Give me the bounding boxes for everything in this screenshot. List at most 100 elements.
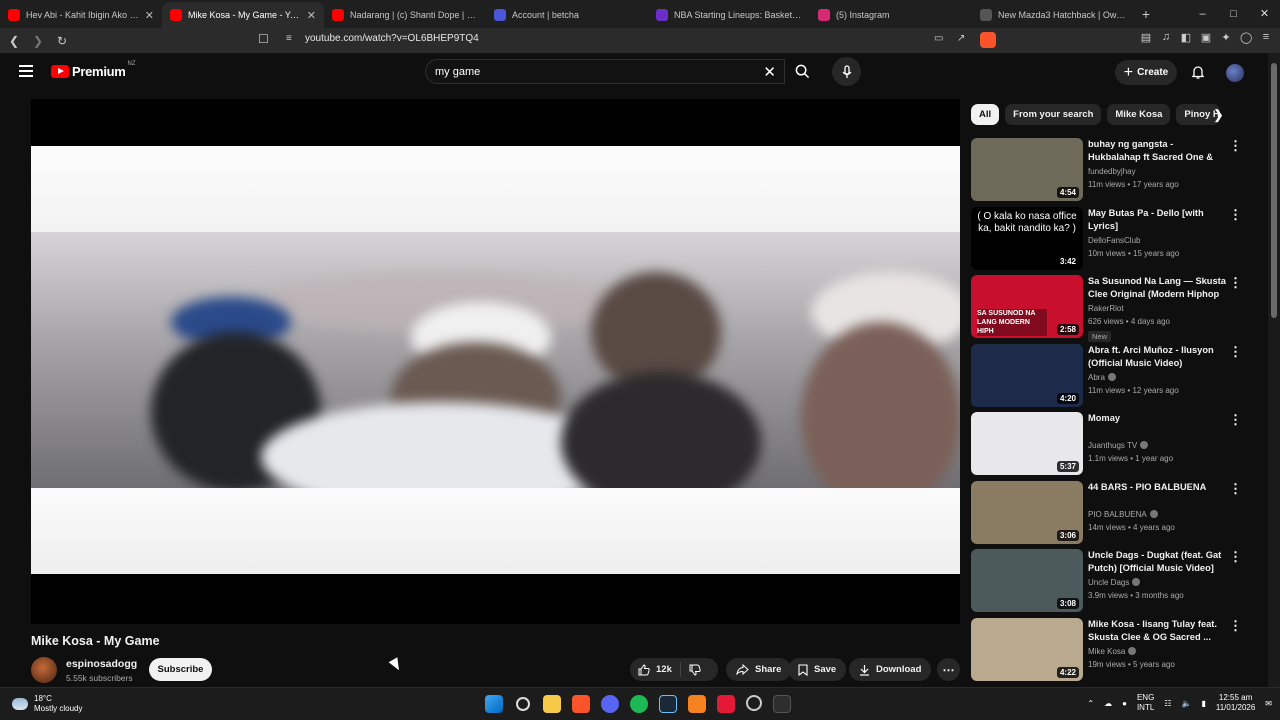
related-video-title[interactable]: Sa Susunod Na Lang — Skusta Clee Origina… [1088,275,1228,301]
related-video-item[interactable]: 3:06 44 BARS - PIO BALBUENA PIO BALBUENA 14… [971,481,1251,545]
account-avatar[interactable] [1226,64,1244,82]
notification-center-icon[interactable]: ✉ [1265,699,1272,708]
app-gear-icon[interactable] [746,695,762,711]
create-button[interactable]: + Create [1115,60,1177,85]
more-vert-icon[interactable]: ⋮ [1229,275,1242,291]
battery-icon[interactable]: ▮ [1201,699,1205,708]
more-vert-icon[interactable]: ⋮ [1229,207,1242,223]
terminal-icon[interactable] [773,695,791,713]
related-video-item[interactable]: 4:20 Abra ft. Arci Muñoz - Ilusyon (Offic… [971,344,1251,408]
video-thumbnail[interactable]: 3:08 [971,549,1083,612]
more-vert-icon[interactable]: ⋮ [1229,481,1242,497]
subscribe-button[interactable]: Subscribe [149,658,212,681]
bookmark-icon[interactable]: ☐ [258,32,269,46]
filter-chip[interactable]: All [971,104,1000,125]
brave-shield-icon[interactable] [980,32,996,48]
youtube-premium-logo[interactable]: Premium NZ [51,61,136,79]
music-icon[interactable]: ♫ [1160,31,1172,44]
volume-icon[interactable]: 🔈 [1181,699,1191,708]
related-video-title[interactable]: May Butas Pa - Dello [with Lyrics] [1088,207,1228,233]
app-orange-icon[interactable] [688,695,706,713]
more-vert-icon[interactable]: ⋮ [1229,412,1242,428]
related-video-item[interactable]: 4:22 Mike Kosa - Iisang Tulay feat. Skust… [971,618,1251,682]
windows-start-icon[interactable] [485,695,503,713]
network-app-icon[interactable]: ☁ [1104,699,1112,708]
back-icon[interactable]: ❮ [4,34,24,48]
related-channel-name[interactable]: DelloFansClub [1088,236,1140,245]
save-button[interactable]: Save [788,658,847,681]
related-video-title[interactable]: buhay ng gangsta - Hukbalahap ft Sacred … [1088,138,1228,164]
related-channel-name[interactable]: PIO BALBUENA [1088,510,1147,519]
search-button[interactable] [786,59,818,84]
related-channel-name[interactable]: Abra [1088,373,1105,382]
related-video-title[interactable]: Abra ft. Arci Muñoz - Ilusyon (Official … [1088,344,1228,370]
share-button[interactable]: Share [726,658,792,681]
share-page-icon[interactable]: ↗ [957,33,965,44]
clear-search-icon[interactable]: ✕ [763,63,776,81]
more-actions-button[interactable]: ⋯ [937,658,960,681]
close-window-icon[interactable]: ✕ [1249,0,1280,28]
related-video-title[interactable]: 44 BARS - PIO BALBUENA [1088,481,1228,494]
reader-icon[interactable]: ▤ [1140,31,1152,44]
search-box[interactable]: my game ✕ [425,59,785,84]
brave-browser-icon[interactable] [572,695,590,713]
video-player[interactable] [31,99,960,624]
filter-chip[interactable]: Mike Kosa [1107,104,1171,125]
close-tab-icon[interactable]: ✕ [145,9,154,22]
leo-icon[interactable]: ✦ [1220,31,1232,44]
video-thumbnail[interactable]: ( O kala ko nasa office ka, bakit nandit… [971,207,1083,270]
related-video-item[interactable]: SA SUSUNOD NA LANG MODERN HIPH 2:58 Sa Sus… [971,275,1251,342]
more-vert-icon[interactable]: ⋮ [1229,618,1242,634]
more-vert-icon[interactable]: ⋮ [1229,138,1242,154]
related-video-item[interactable]: 4:54 buhay ng gangsta - Hukbalahap ft Sac… [971,138,1251,202]
wifi-icon[interactable]: ☷ [1164,699,1171,708]
reload-icon[interactable]: ↻ [52,34,72,48]
channel-name[interactable]: espinosadogg [66,658,137,670]
related-video-item[interactable]: 5:37 Momay Juanthugs TV 1.1m views • 1 year… [971,412,1251,476]
forward-icon[interactable]: ❯ [28,34,48,48]
like-button[interactable]: 12k [630,662,681,677]
video-thumbnail[interactable]: 4:54 [971,138,1083,201]
search-input[interactable]: my game [435,66,480,78]
video-thumbnail[interactable]: 3:06 [971,481,1083,544]
minimize-icon[interactable]: – [1187,0,1218,28]
related-channel-name[interactable]: RakerRiot [1088,304,1124,313]
discord-icon[interactable] [601,695,619,713]
video-thumbnail[interactable]: 4:22 [971,618,1083,681]
wallet-icon[interactable]: ▣ [1200,31,1212,44]
taskbar-search-icon[interactable] [516,697,530,711]
filter-chip[interactable]: From your search [1005,104,1102,125]
app-red-icon[interactable] [717,695,735,713]
url-text[interactable]: youtube.com/watch?v=OL6BHEP9TQ4 [305,33,479,44]
related-channel-name[interactable]: Mike Kosa [1088,647,1125,656]
browser-tab[interactable]: New Mazda3 Hatchback | Own The ... [972,2,1134,28]
spotify-icon[interactable] [630,695,648,713]
download-button[interactable]: Download [849,658,932,681]
menu-icon[interactable]: ≡ [1260,31,1272,44]
clock[interactable]: 12:55 am 11/01/2026 [1216,693,1255,713]
browser-tab[interactable]: Account | betcha [486,2,648,28]
page-scrollbar[interactable] [1268,53,1280,687]
related-channel-name[interactable]: fundedbyjhay [1088,167,1136,176]
scrollbar-thumb[interactable] [1271,63,1277,318]
notifications-icon[interactable] [1190,64,1206,80]
steam-icon[interactable] [659,695,677,713]
new-tab-button[interactable]: + [1134,6,1158,22]
related-video-title[interactable]: Mike Kosa - Iisang Tulay feat. Skusta Cl… [1088,618,1228,644]
sidebar-icon[interactable]: ◧ [1180,31,1192,44]
browser-tab[interactable]: Hev Abi - Kahit Ibigin Ako Mali - Yo... ✕ [0,2,162,28]
browser-tab[interactable]: Mike Kosa - My Game - YouT... ✕ [162,2,324,28]
browser-tab[interactable]: Nadarang | (c) Shanti Dope | #Agsun... [324,2,486,28]
file-explorer-icon[interactable] [543,695,561,713]
mic-tray-icon[interactable]: ● [1122,699,1127,708]
weather-widget[interactable]: 18°C Mostly cloudy [12,694,82,714]
close-tab-icon[interactable]: ✕ [307,9,316,22]
show-hidden-icons[interactable]: ⌃ [1087,699,1094,708]
related-video-title[interactable]: Momay [1088,412,1228,425]
related-channel-name[interactable]: Juanthugs TV [1088,441,1137,450]
more-vert-icon[interactable]: ⋮ [1229,549,1242,565]
related-video-title[interactable]: Uncle Dags - Dugkat (feat. Gat Putch) [O… [1088,549,1228,575]
chevron-right-icon[interactable]: ❯ [1213,107,1224,123]
vpn-icon[interactable]: ◯ [1240,31,1252,44]
video-thumbnail[interactable]: 5:37 [971,412,1083,475]
